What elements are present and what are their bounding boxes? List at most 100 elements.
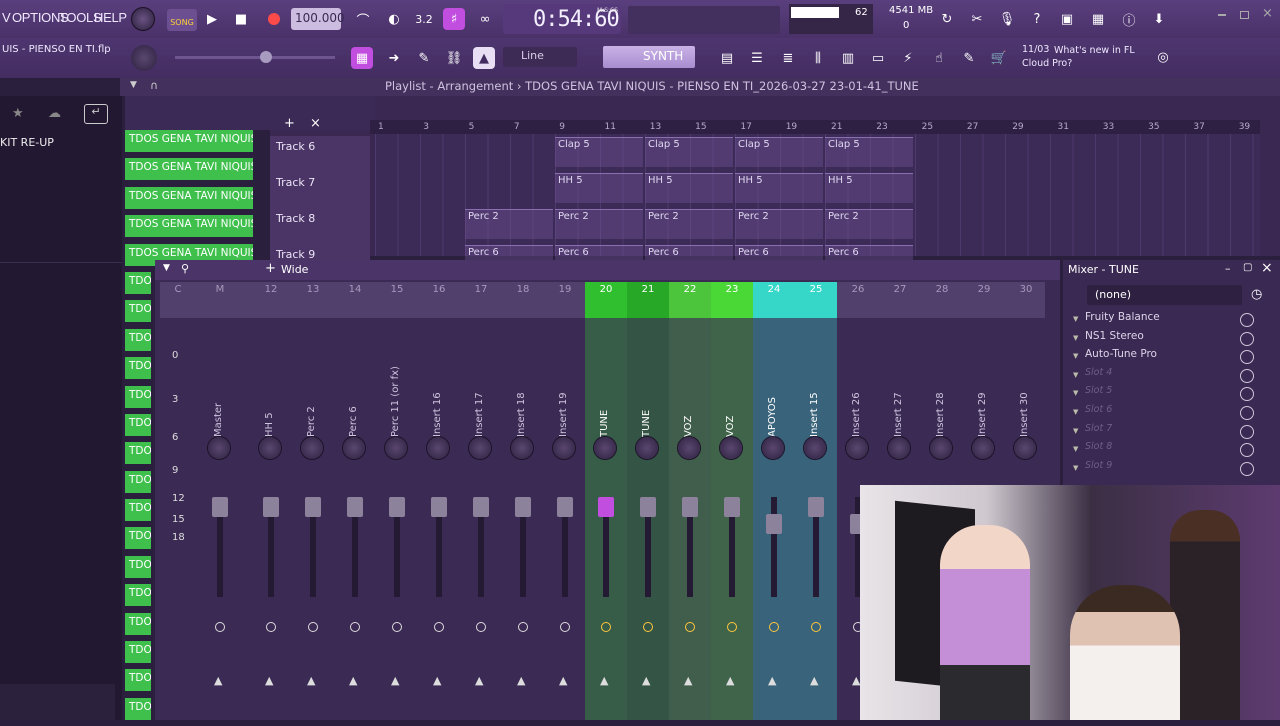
mixer-strip[interactable]: 22 VOZ ▲ xyxy=(669,282,711,720)
send-arrow-icon[interactable]: ▲ xyxy=(642,674,650,687)
download-icon[interactable]: ⬇ xyxy=(1148,8,1170,30)
strip-name[interactable]: Insert 26 xyxy=(851,377,865,437)
send-arrow-icon[interactable]: ▲ xyxy=(517,674,525,687)
mixer-strip[interactable]: 23 VOZ ▲ xyxy=(711,282,753,720)
send-arrow-icon[interactable]: ▲ xyxy=(475,674,483,687)
pattern-item[interactable]: TDOS xyxy=(125,413,151,436)
fader-cap[interactable] xyxy=(557,497,573,517)
fx-slot[interactable]: ▼ Slot 4 xyxy=(1063,367,1280,386)
strip-name[interactable]: Insert 16 xyxy=(432,377,446,437)
send-arrow-icon[interactable]: ▲ xyxy=(726,674,734,687)
send-arrow-icon[interactable]: ▲ xyxy=(391,674,399,687)
mixer-strip[interactable]: M Master ▲ xyxy=(199,282,241,720)
input-select[interactable]: (none) xyxy=(1087,285,1242,305)
mixer-strip[interactable]: 19 Insert 19 ▲ xyxy=(544,282,586,720)
pattern-item[interactable]: TDOS xyxy=(125,385,151,408)
route-icon[interactable] xyxy=(266,622,276,632)
pattern-item[interactable]: TDOS xyxy=(125,555,151,578)
playlist-clip[interactable]: Perc 2 xyxy=(465,209,553,239)
fader-cap[interactable] xyxy=(473,497,489,517)
pattern-item[interactable]: TDOS GENA TAVI NIQUIS - ... xyxy=(125,215,253,238)
star-icon[interactable]: ★ xyxy=(12,106,24,121)
play-button[interactable]: ▶ xyxy=(201,8,223,30)
piano-roll-icon[interactable]: ≣ xyxy=(777,47,799,69)
mixer-view-select[interactable]: Wide xyxy=(281,263,308,276)
fader-cap[interactable] xyxy=(682,497,698,517)
arrow-tool-icon[interactable]: ➜ xyxy=(383,47,405,69)
fader-cap[interactable] xyxy=(263,497,279,517)
send-arrow-icon[interactable]: ▲ xyxy=(265,674,273,687)
globe-icon[interactable]: ◎ xyxy=(1152,46,1174,68)
view-mixer-icon[interactable]: ▤ xyxy=(716,47,738,69)
cloud-icon[interactable]: ☁ xyxy=(48,106,61,121)
playlist-arrow-icon[interactable]: ▼ xyxy=(130,80,137,90)
fader-cap[interactable] xyxy=(431,497,447,517)
fx-slot[interactable]: ▼ NS1 Stereo xyxy=(1063,330,1280,349)
mixer-strip[interactable]: 18 Insert 18 ▲ xyxy=(502,282,544,720)
slot-menu-icon[interactable]: ▼ xyxy=(1073,445,1078,453)
playlist-clip[interactable]: HH 5 xyxy=(735,173,823,203)
fx-slot[interactable]: ▼ Slot 8 xyxy=(1063,441,1280,460)
route-icon[interactable] xyxy=(769,622,779,632)
mixer-strip[interactable]: 21 TUNE ▲ xyxy=(627,282,669,720)
mixer-add-icon[interactable]: + xyxy=(265,261,276,276)
pencil-tool-icon[interactable]: ✎ xyxy=(413,47,435,69)
strip-name[interactable]: Insert 28 xyxy=(935,377,949,437)
wait-input-icon[interactable]: ◐ xyxy=(383,8,405,30)
fx-slot[interactable]: ▼ Auto-Tune Pro xyxy=(1063,348,1280,367)
fx-slot[interactable]: ▼ Slot 7 xyxy=(1063,423,1280,442)
pan-knob[interactable] xyxy=(888,437,910,459)
tempo-display[interactable]: 100.000 xyxy=(291,8,345,30)
pan-knob[interactable] xyxy=(930,437,952,459)
close-icon[interactable]: × xyxy=(1262,6,1273,21)
tools-icon[interactable]: ✂ xyxy=(966,8,988,30)
pattern-item[interactable]: TDOS xyxy=(125,612,151,635)
pattern-item[interactable]: TDOS xyxy=(125,527,151,550)
strip-name[interactable]: Insert 30 xyxy=(1019,377,1033,437)
playlist-clip[interactable]: HH 5 xyxy=(645,173,733,203)
playlist-clip[interactable]: Clap 5 xyxy=(825,137,913,167)
send-arrow-icon[interactable]: ▲ xyxy=(349,674,357,687)
route-icon[interactable] xyxy=(476,622,486,632)
pattern-item[interactable]: TDOS xyxy=(125,442,151,465)
stop-button[interactable]: ■ xyxy=(230,8,252,30)
fader-cap[interactable] xyxy=(808,497,824,517)
strip-name[interactable]: Perc 11 (or fx) xyxy=(390,366,404,437)
pan-knob[interactable] xyxy=(678,437,700,459)
send-arrow-icon[interactable]: ▲ xyxy=(810,674,818,687)
pan-knob[interactable] xyxy=(469,437,491,459)
slot-menu-icon[interactable]: ▼ xyxy=(1073,408,1078,416)
strip-name[interactable]: Insert 19 xyxy=(558,377,572,437)
route-icon[interactable] xyxy=(215,622,225,632)
send-arrow-icon[interactable]: ▲ xyxy=(600,674,608,687)
pattern-item[interactable]: TDOS xyxy=(125,328,151,351)
send-arrow-icon[interactable]: ▲ xyxy=(684,674,692,687)
route-icon[interactable] xyxy=(727,622,737,632)
mixer-strip[interactable]: 16 Insert 16 ▲ xyxy=(418,282,460,720)
file-icon[interactable]: ▭ xyxy=(867,47,889,69)
fader-cap[interactable] xyxy=(598,497,614,517)
panel-maximize-icon[interactable]: ▢ xyxy=(1243,262,1252,273)
fx-slot[interactable]: ▼ Slot 5 xyxy=(1063,385,1280,404)
slot-menu-icon[interactable]: ▼ xyxy=(1073,464,1078,472)
send-arrow-icon[interactable]: ▲ xyxy=(559,674,567,687)
panel-close-icon[interactable]: × xyxy=(1261,260,1273,276)
playlist-clip[interactable]: Perc 2 xyxy=(825,209,913,239)
timeline-ruler[interactable]: 1 3 5 7 9 11 13 15 17 19 21 23 25 27 29 31 33 35 37 39 xyxy=(370,120,1260,134)
route-icon[interactable] xyxy=(560,622,570,632)
fader-cap[interactable] xyxy=(724,497,740,517)
strip-name[interactable]: Insert 29 xyxy=(977,377,991,437)
pattern-item[interactable]: TDOS xyxy=(125,669,151,692)
panel-minimize-icon[interactable]: – xyxy=(1225,262,1231,275)
playlist-clip[interactable]: Perc 2 xyxy=(645,209,733,239)
pattern-song-toggle[interactable]: SONG xyxy=(167,9,197,31)
strip-name[interactable]: VOZ xyxy=(725,377,739,437)
pan-knob[interactable] xyxy=(804,437,826,459)
strip-name[interactable]: TUNE xyxy=(641,377,655,437)
touch-icon[interactable]: ☝ xyxy=(928,47,950,69)
mixer-strip[interactable]: 24 APOYOS ▲ xyxy=(753,282,795,720)
history-icon[interactable]: ◷ xyxy=(1251,287,1262,302)
time-display[interactable]: 0:54:60 M:S:CS xyxy=(503,4,621,34)
pattern-item[interactable]: TDOS GENA TAVI NIQUIS - ... xyxy=(125,158,253,181)
playlist-clip[interactable]: Clap 5 xyxy=(555,137,643,167)
